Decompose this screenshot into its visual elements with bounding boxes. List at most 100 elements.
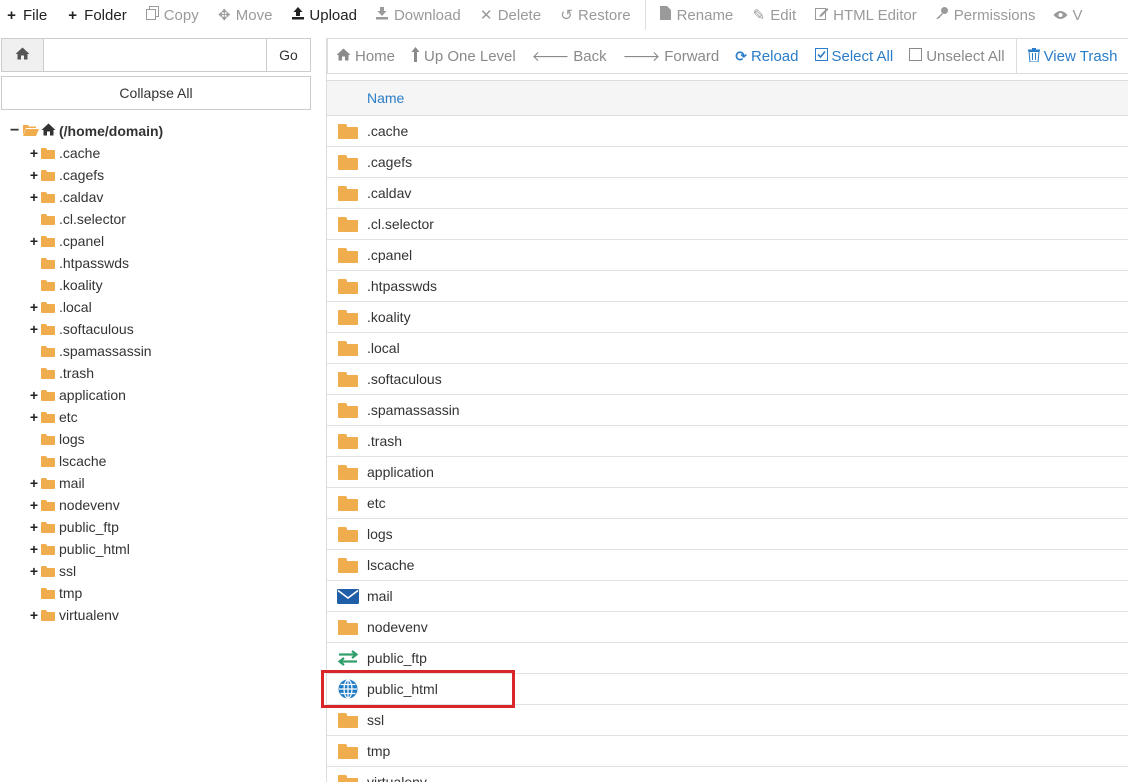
file-name[interactable]: application — [367, 464, 434, 480]
file-name[interactable]: ssl — [367, 712, 384, 728]
tree-item[interactable]: +.cl.selector — [28, 208, 126, 230]
expand-plus-icon[interactable]: + — [28, 409, 40, 425]
file-name[interactable]: logs — [367, 526, 393, 542]
file-name[interactable]: .cache — [367, 123, 408, 139]
tree-item[interactable]: +.spamassassin — [28, 340, 152, 362]
tree-item[interactable]: +.koality — [28, 274, 103, 296]
tree-item[interactable]: + .caldav — [28, 186, 103, 208]
name-column-header[interactable]: Name — [367, 90, 404, 106]
file-name[interactable]: etc — [367, 495, 386, 511]
expand-plus-icon[interactable]: + — [28, 387, 40, 403]
tree-item[interactable]: + nodevenv — [28, 494, 120, 516]
table-row[interactable]: .koality — [327, 302, 1128, 333]
go-button[interactable]: Go — [266, 39, 310, 71]
file-name[interactable]: virtualenv — [367, 774, 427, 782]
edit-button[interactable]: ✎ Edit — [743, 0, 806, 30]
tree-item[interactable]: +logs — [28, 428, 85, 450]
tree-item[interactable]: +tmp — [28, 582, 82, 604]
expand-plus-icon[interactable]: + — [28, 321, 40, 337]
table-row[interactable]: nodevenv — [327, 612, 1128, 643]
table-row[interactable]: .cpanel — [327, 240, 1128, 271]
file-name[interactable]: tmp — [367, 743, 390, 759]
file-name[interactable]: nodevenv — [367, 619, 428, 635]
file-name[interactable]: .spamassassin — [367, 402, 460, 418]
copy-button[interactable]: Copy — [137, 0, 209, 30]
table-row[interactable]: .local — [327, 333, 1128, 364]
tree-item[interactable]: + public_html — [28, 538, 130, 560]
restore-button[interactable]: ↺ Restore — [551, 0, 641, 30]
tree-item[interactable]: + .cache — [28, 142, 100, 164]
file-name[interactable]: .softaculous — [367, 371, 442, 387]
file-name[interactable]: .local — [367, 340, 400, 356]
up-one-level-button[interactable]: Up One Level — [403, 39, 524, 73]
expand-plus-icon[interactable]: + — [28, 145, 40, 161]
table-row[interactable]: .cagefs — [327, 147, 1128, 178]
file-name[interactable]: public_ftp — [367, 650, 427, 666]
table-row[interactable]: .trash — [327, 426, 1128, 457]
file-name[interactable]: .trash — [367, 433, 402, 449]
view-button[interactable]: V — [1045, 0, 1092, 30]
file-name[interactable]: public_html — [367, 681, 438, 697]
tree-item[interactable]: + etc — [28, 406, 78, 428]
table-row[interactable]: .softaculous — [327, 364, 1128, 395]
collapse-minus-icon[interactable]: − — [10, 123, 22, 139]
tree-item[interactable]: +.htpasswds — [28, 252, 129, 274]
table-row[interactable]: public_ftp — [327, 643, 1128, 674]
tree-root[interactable]: − (/home/domain) — [10, 120, 163, 142]
back-button[interactable]: 🡐 Back — [524, 39, 615, 73]
tree-item[interactable]: + .local — [28, 296, 92, 318]
table-row[interactable]: .caldav — [327, 178, 1128, 209]
table-row[interactable]: .htpasswds — [327, 271, 1128, 302]
permissions-button[interactable]: Permissions — [927, 0, 1046, 30]
move-button[interactable]: ✥ Move — [209, 0, 283, 30]
tree-item[interactable]: + virtualenv — [28, 604, 119, 626]
tree-item[interactable]: +lscache — [28, 450, 106, 472]
table-row[interactable]: mail — [327, 581, 1128, 612]
tree-item[interactable]: + .softaculous — [28, 318, 134, 340]
table-row[interactable]: lscache — [327, 550, 1128, 581]
expand-plus-icon[interactable]: + — [28, 233, 40, 249]
expand-plus-icon[interactable]: + — [28, 167, 40, 183]
delete-button[interactable]: ✕ Delete — [471, 0, 551, 30]
table-row[interactable]: .cache — [327, 116, 1128, 147]
expand-plus-icon[interactable]: + — [28, 607, 40, 623]
expand-plus-icon[interactable]: + — [28, 519, 40, 535]
file-name[interactable]: .cpanel — [367, 247, 412, 263]
home-directory-button[interactable] — [2, 39, 44, 71]
table-row[interactable]: .spamassassin — [327, 395, 1128, 426]
download-button[interactable]: Download — [367, 0, 471, 30]
html-editor-button[interactable]: HTML Editor — [806, 0, 927, 30]
unselect-all-button[interactable]: Unselect All — [901, 39, 1012, 73]
table-row[interactable]: logs — [327, 519, 1128, 550]
file-name[interactable]: lscache — [367, 557, 414, 573]
file-name[interactable]: .koality — [367, 309, 411, 325]
table-row[interactable]: virtualenv — [327, 767, 1128, 782]
view-trash-button[interactable]: View Trash — [1020, 39, 1126, 73]
tree-item[interactable]: + .cpanel — [28, 230, 104, 252]
forward-button[interactable]: 🡒 Forward — [615, 39, 728, 73]
file-name[interactable]: mail — [367, 588, 393, 604]
tree-item[interactable]: + public_ftp — [28, 516, 119, 538]
rename-button[interactable]: Rename — [650, 0, 744, 30]
expand-plus-icon[interactable]: + — [28, 497, 40, 513]
tree-item[interactable]: + mail — [28, 472, 85, 494]
file-name[interactable]: .caldav — [367, 185, 411, 201]
table-row[interactable]: tmp — [327, 736, 1128, 767]
table-row[interactable]: etc — [327, 488, 1128, 519]
new-folder-button[interactable]: + Folder — [57, 0, 137, 30]
tree-item[interactable]: + ssl — [28, 560, 76, 582]
tree-item[interactable]: + .cagefs — [28, 164, 104, 186]
table-row[interactable]: public_html — [327, 674, 1128, 705]
tree-item[interactable]: +.trash — [28, 362, 94, 384]
upload-button[interactable]: Upload — [282, 0, 367, 30]
collapse-all-button[interactable]: Collapse All — [1, 76, 311, 110]
table-row[interactable]: application — [327, 457, 1128, 488]
select-all-button[interactable]: Select All — [807, 39, 902, 73]
file-name[interactable]: .cl.selector — [367, 216, 434, 232]
expand-plus-icon[interactable]: + — [28, 563, 40, 579]
expand-plus-icon[interactable]: + — [28, 541, 40, 557]
tree-item[interactable]: + application — [28, 384, 126, 406]
table-row[interactable]: .cl.selector — [327, 209, 1128, 240]
path-input[interactable] — [44, 39, 266, 71]
file-name[interactable]: .cagefs — [367, 154, 412, 170]
